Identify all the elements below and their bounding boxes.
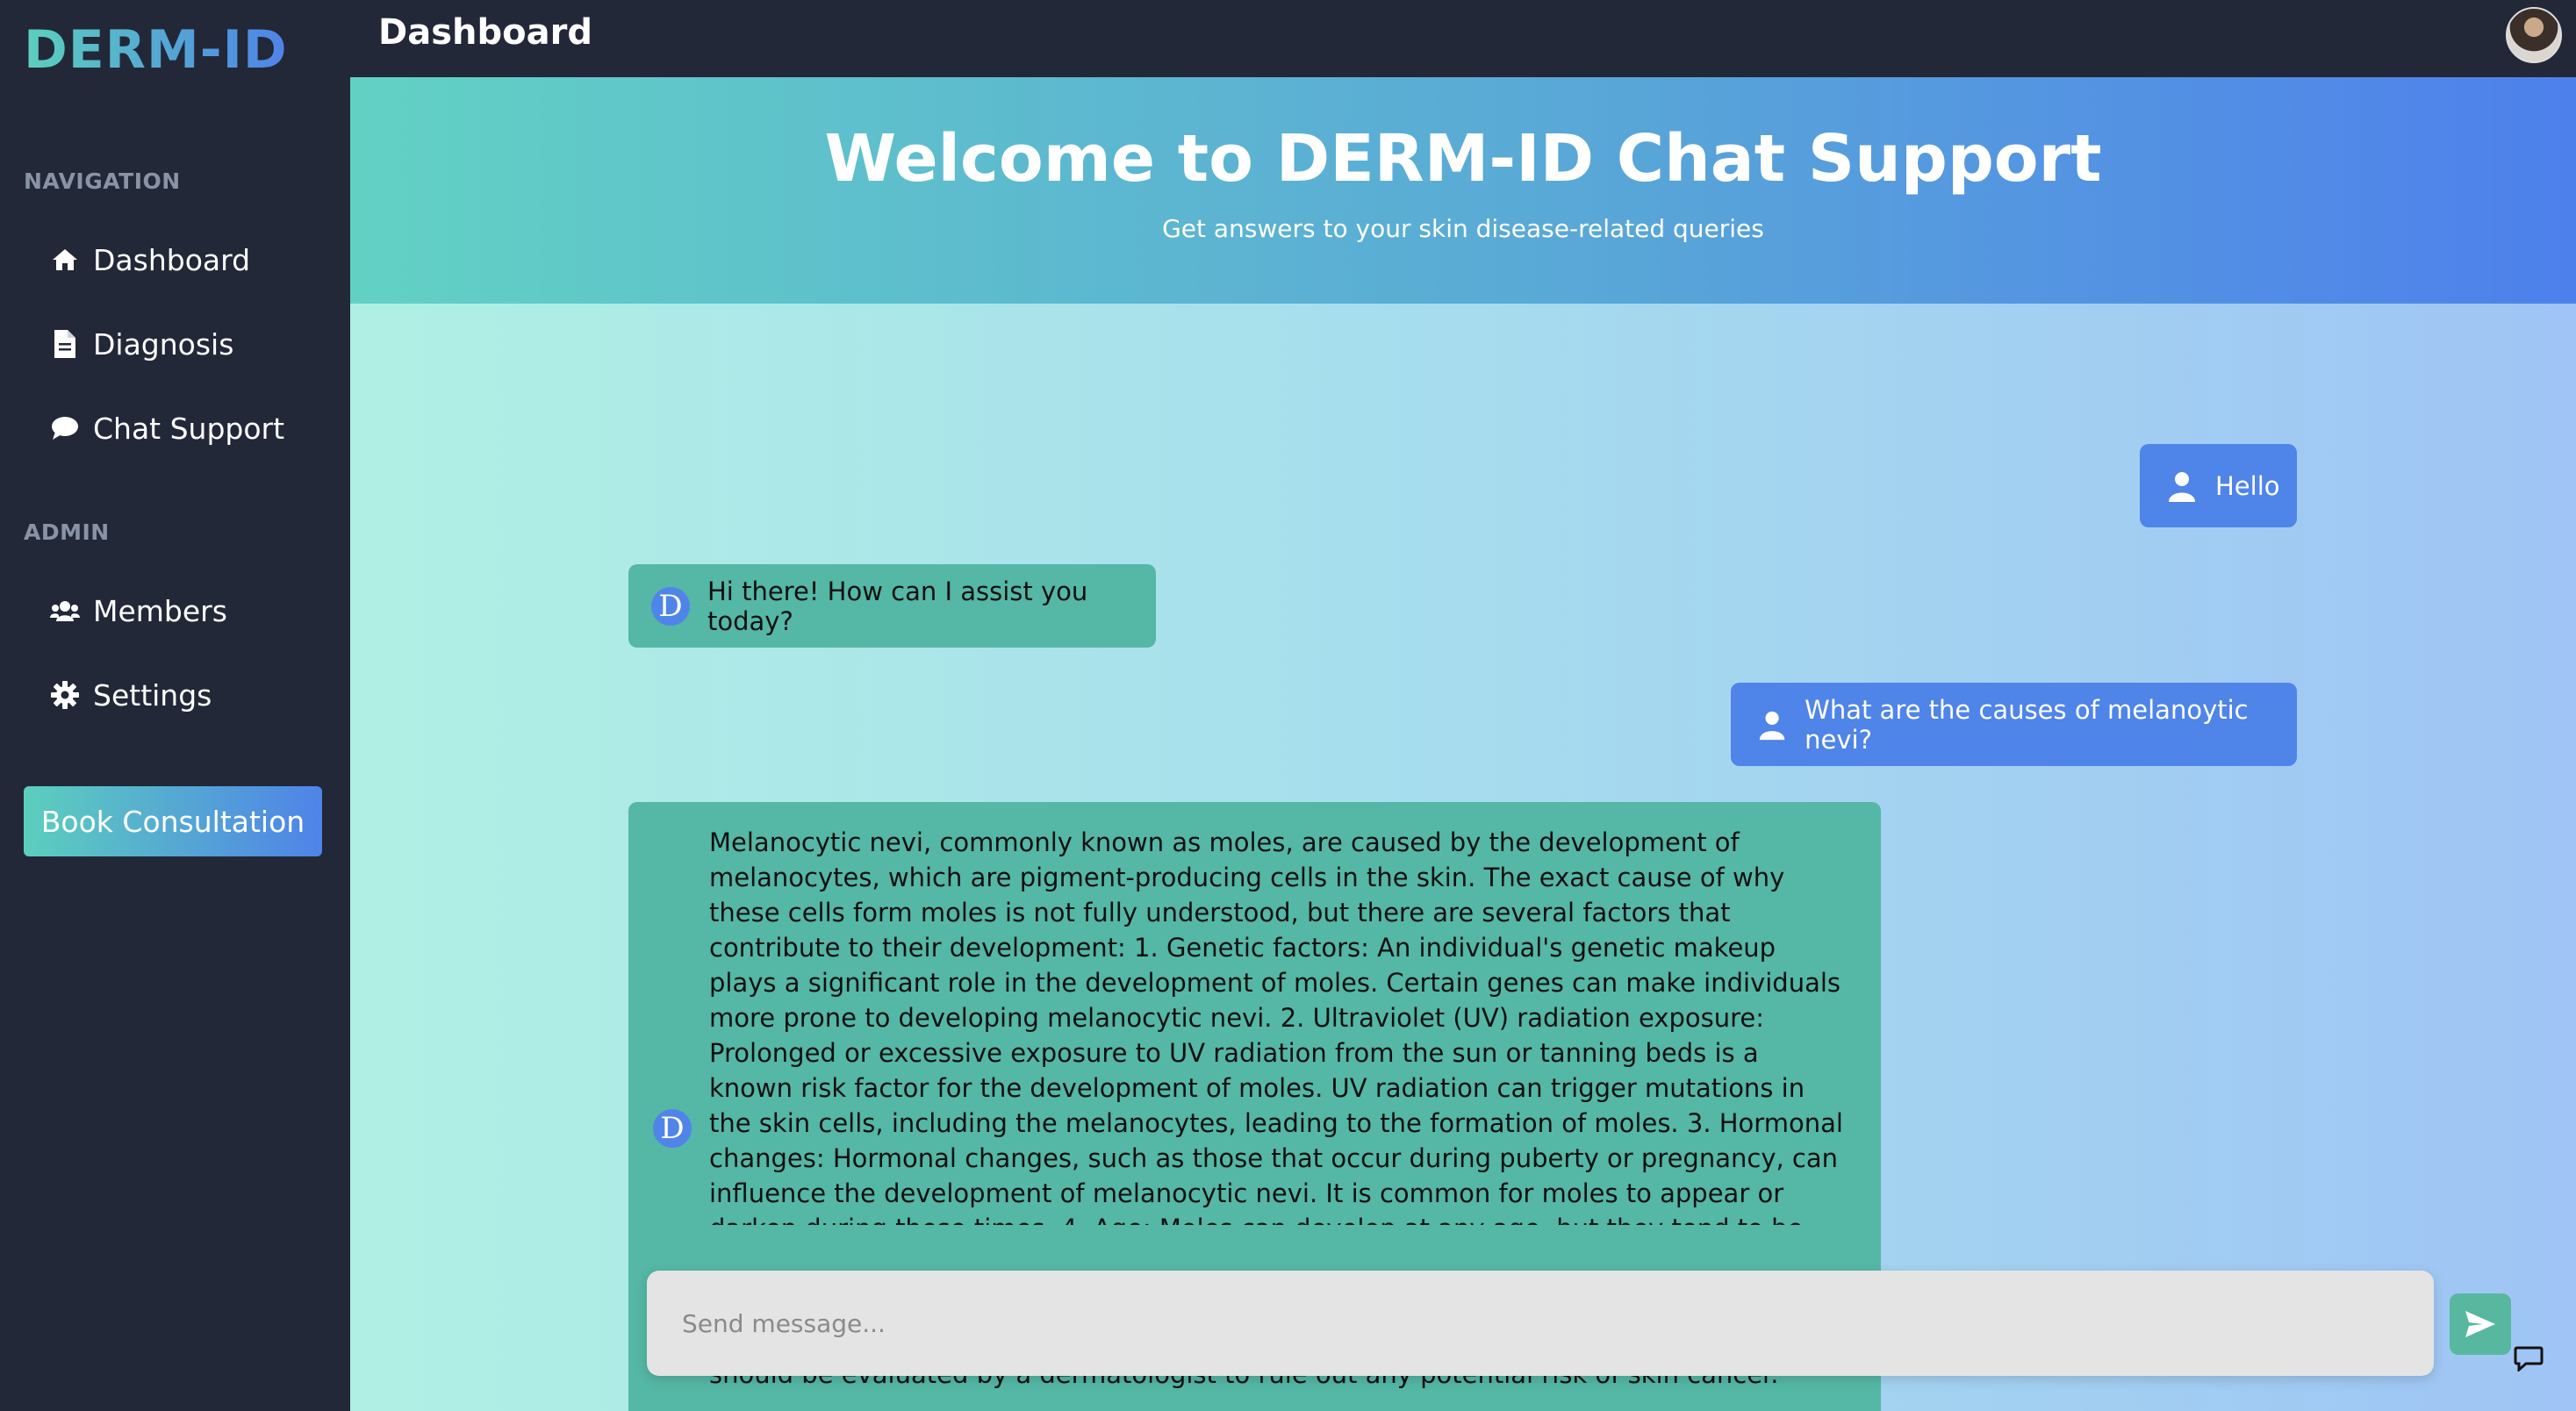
- gear-icon: [49, 679, 81, 711]
- user-message: What are the causes of melanoytic nevi?: [1731, 683, 2297, 766]
- chat-bubble-icon: [49, 412, 81, 444]
- message-text: Hi there! How can I assist you today?: [707, 576, 1088, 636]
- document-icon: [49, 328, 81, 360]
- hero-banner: Welcome to DERM-ID Chat Support Get answ…: [350, 77, 2576, 304]
- send-button[interactable]: [2450, 1293, 2511, 1355]
- sidebar-item-dashboard[interactable]: Dashboard: [49, 233, 250, 286]
- sidebar-item-label: Chat Support: [93, 411, 285, 446]
- hero-subtitle: Get answers to your skin disease-related…: [1162, 214, 1764, 243]
- message-text: Hello: [2215, 470, 2280, 501]
- hero-title: Welcome to DERM-ID Chat Support: [824, 121, 2102, 197]
- navigation-section-label: NAVIGATION: [24, 168, 181, 194]
- sidebar-item-label: Diagnosis: [93, 326, 234, 362]
- sidebar-item-members[interactable]: Members: [49, 584, 227, 637]
- sidebar-item-chat-support[interactable]: Chat Support: [49, 402, 284, 455]
- send-icon: [2465, 1311, 2495, 1337]
- home-icon: [49, 244, 81, 276]
- message-input[interactable]: [647, 1271, 2434, 1376]
- avatar[interactable]: [2506, 7, 2562, 63]
- brand-logo[interactable]: DERM-ID: [24, 19, 288, 81]
- sidebar: DERM-ID NAVIGATION Dashboard Diagnosis C…: [0, 0, 350, 1411]
- sidebar-item-label: Members: [93, 593, 227, 628]
- sidebar-item-label: Dashboard: [93, 242, 251, 277]
- book-consultation-button[interactable]: Book Consultation: [24, 786, 322, 856]
- users-icon: [49, 595, 81, 627]
- message-text: Melanocytic nevi, commonly known as mole…: [709, 827, 1843, 1225]
- chat-main: Welcome to DERM-ID Chat Support Get answ…: [350, 77, 2576, 1411]
- chat-toggle-icon[interactable]: [2511, 1341, 2546, 1376]
- top-bar: Dashboard: [350, 0, 2576, 77]
- message-composer: [647, 1271, 2434, 1376]
- user-icon: [2169, 471, 2195, 502]
- sidebar-item-label: Settings: [93, 677, 212, 713]
- sidebar-item-diagnosis[interactable]: Diagnosis: [49, 318, 233, 370]
- bot-message: D Hi there! How can I assist you today?: [628, 564, 1156, 648]
- page-title: Dashboard: [378, 12, 592, 53]
- bot-avatar-icon: D: [651, 586, 690, 626]
- admin-section-label: ADMIN: [24, 519, 110, 545]
- user-icon: [1759, 711, 1785, 740]
- bot-avatar-icon: D: [653, 1109, 692, 1148]
- message-text: What are the causes of melanoytic nevi?: [1805, 694, 2249, 755]
- sidebar-item-settings[interactable]: Settings: [49, 669, 212, 721]
- user-message: Hello: [2140, 444, 2297, 527]
